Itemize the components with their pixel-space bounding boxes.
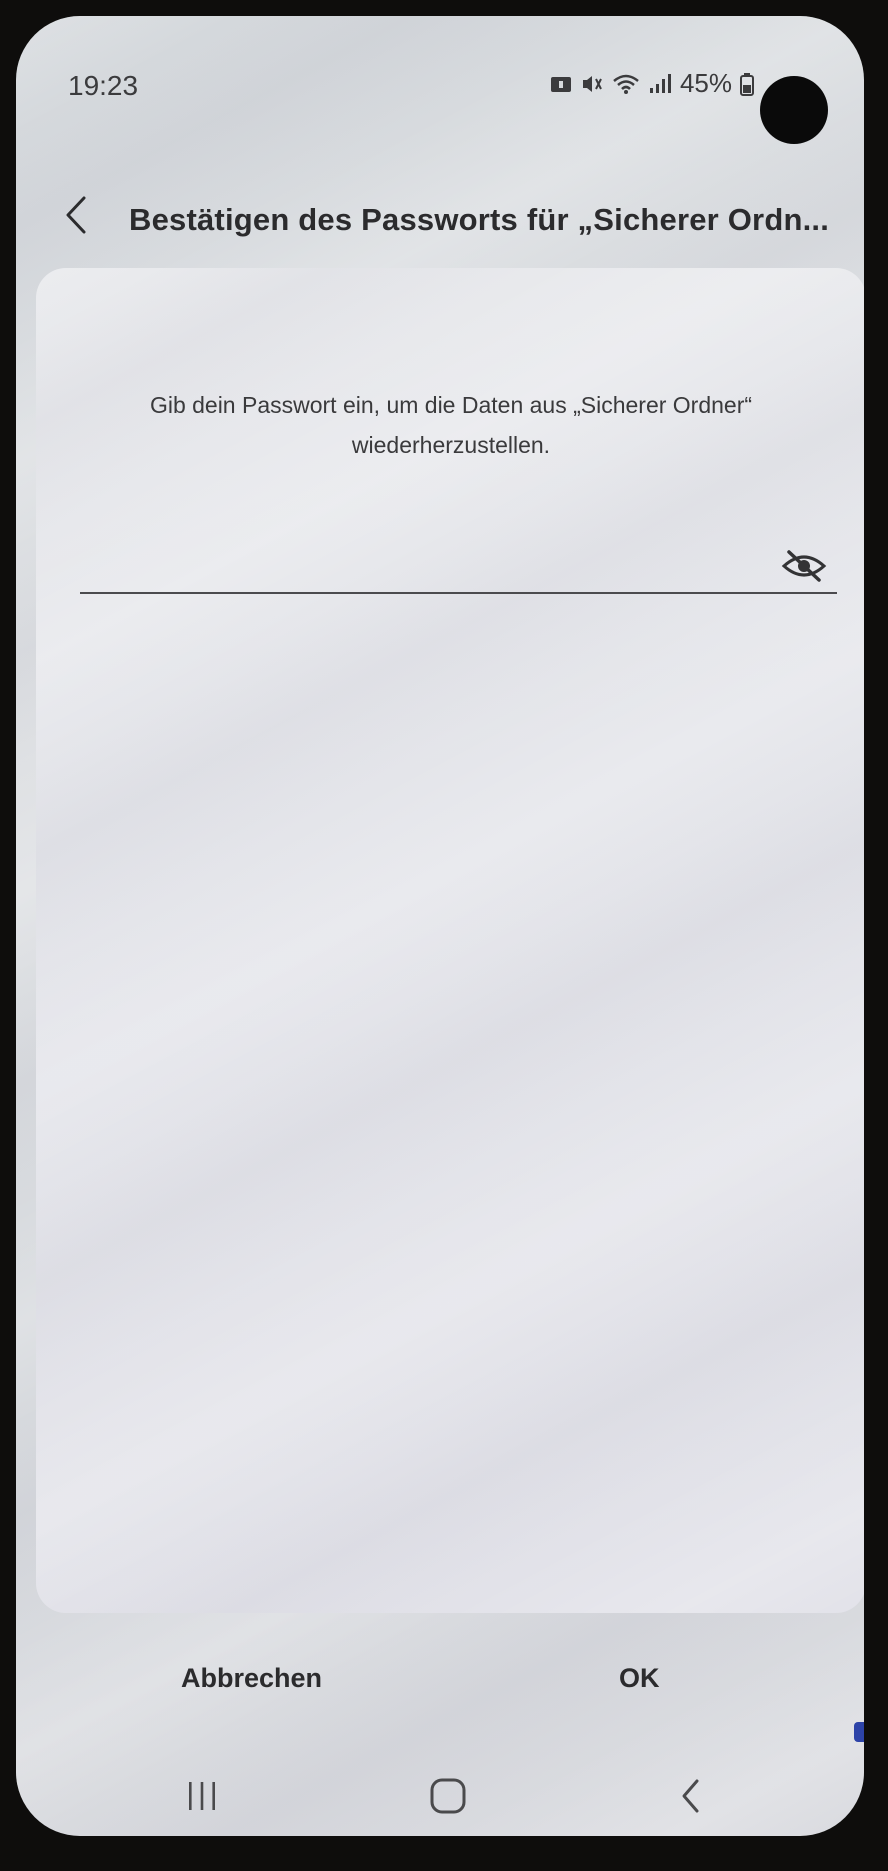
page-title: Bestätigen des Passworts für „Sicherer O… bbox=[129, 202, 830, 237]
status-icons: 45% bbox=[550, 68, 754, 99]
recents-button[interactable] bbox=[172, 1766, 232, 1826]
ok-button[interactable]: OK bbox=[619, 1663, 660, 1694]
navigation-bar bbox=[16, 1761, 864, 1831]
password-input[interactable] bbox=[80, 540, 764, 592]
front-camera bbox=[760, 76, 828, 144]
status-bar: 19:23 45% bbox=[16, 56, 864, 144]
password-visibility-toggle[interactable] bbox=[779, 544, 829, 588]
signal-icon bbox=[648, 73, 672, 95]
app-header: Bestätigen des Passworts für „Sicherer O… bbox=[16, 176, 864, 256]
eye-off-icon bbox=[781, 550, 827, 582]
recents-icon bbox=[189, 1782, 215, 1810]
battery-percent: 45% bbox=[679, 68, 732, 98]
cancel-button[interactable]: Abbrechen bbox=[181, 1663, 322, 1694]
notification-icon bbox=[550, 74, 572, 94]
back-icon bbox=[682, 1779, 699, 1813]
phone-screen: 19:23 45% Bestätigen des Passworts für „… bbox=[16, 16, 864, 1836]
card-glare bbox=[36, 268, 864, 1613]
wifi-icon bbox=[612, 73, 640, 95]
prompt-text: Gib dein Passwort ein, um die Daten aus … bbox=[149, 392, 753, 458]
dialog-button-bar: Abbrechen OK bbox=[16, 1643, 864, 1723]
home-button[interactable] bbox=[418, 1766, 478, 1826]
nav-back-button[interactable] bbox=[661, 1766, 721, 1826]
back-button[interactable] bbox=[56, 190, 96, 240]
password-field[interactable] bbox=[80, 540, 837, 594]
dialog-card: Gib dein Passwort ein, um die Daten aus … bbox=[36, 268, 864, 1613]
chevron-left-icon bbox=[66, 196, 86, 234]
battery-icon bbox=[740, 72, 754, 96]
floating-badge-icon[interactable] bbox=[854, 1722, 864, 1742]
status-time: 19:23 bbox=[68, 70, 139, 101]
home-icon bbox=[430, 1778, 466, 1814]
mute-vibrate-icon bbox=[580, 73, 604, 95]
